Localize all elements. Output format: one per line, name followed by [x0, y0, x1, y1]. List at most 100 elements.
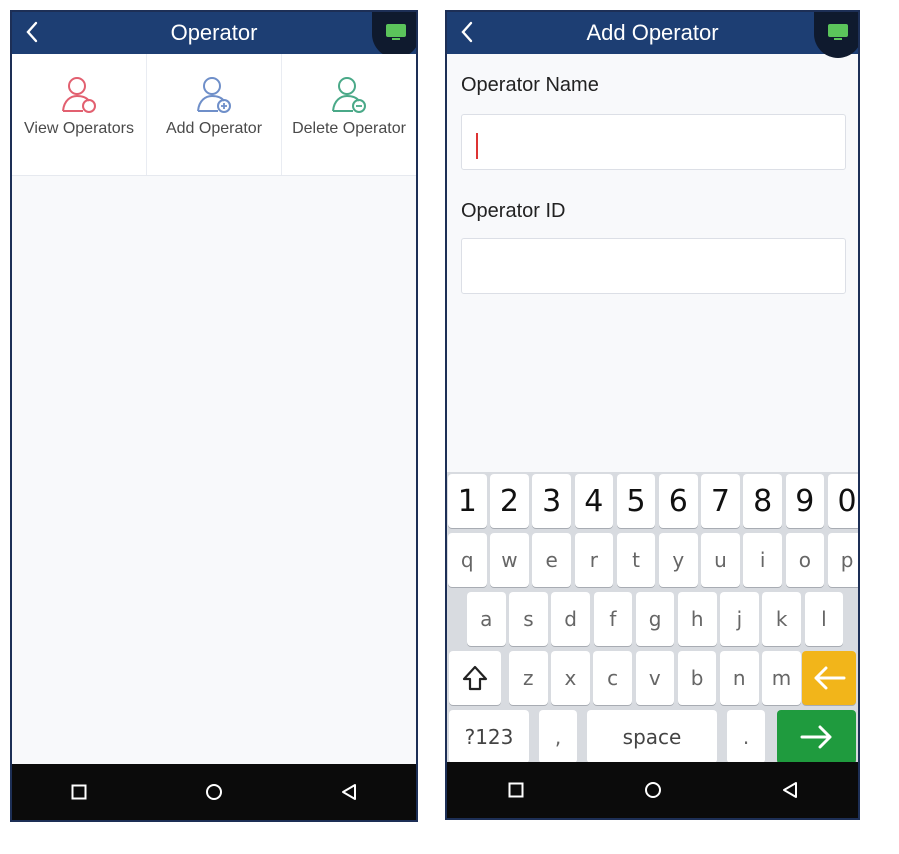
recents-button[interactable]	[496, 770, 536, 810]
shift-icon	[462, 665, 488, 691]
key-label: g	[648, 607, 662, 631]
system-nav-bar	[447, 762, 858, 818]
operator-id-field[interactable]	[461, 238, 846, 294]
operator-name-field[interactable]	[461, 114, 846, 170]
key-7[interactable]: 7	[701, 474, 740, 528]
arrow-right-icon	[800, 725, 831, 749]
operator-screen: Operator View Operators Add Operator Del…	[10, 10, 418, 822]
key-1[interactable]: 1	[448, 474, 487, 528]
key-label: c	[607, 666, 619, 690]
system-nav-bar	[12, 764, 416, 820]
key-i[interactable]: i	[743, 533, 782, 587]
menu-label: Add Operator	[165, 120, 263, 137]
key-label: k	[775, 607, 788, 631]
key-z[interactable]: z	[509, 651, 548, 705]
add-operator-button[interactable]: Add Operator	[147, 54, 282, 175]
key-s[interactable]: s	[509, 592, 548, 646]
key-r[interactable]: r	[574, 533, 614, 587]
key-0[interactable]: 0	[827, 474, 858, 528]
operator-id-label: Operator ID	[461, 200, 566, 222]
enter-key[interactable]	[777, 710, 856, 764]
key-k[interactable]: k	[762, 592, 801, 646]
home-button[interactable]	[633, 770, 673, 810]
key-label: .	[742, 725, 750, 749]
key-m[interactable]: m	[762, 651, 801, 705]
key-8[interactable]: 8	[743, 474, 782, 528]
shift-key[interactable]	[449, 651, 501, 705]
key-label: h	[690, 607, 704, 631]
key-5[interactable]: 5	[616, 474, 656, 528]
key-w[interactable]: w	[490, 533, 529, 587]
key-b[interactable]: b	[677, 651, 717, 705]
key-label: e	[545, 548, 558, 572]
key-label: p	[840, 548, 854, 572]
key-label: s	[523, 607, 534, 631]
view-operators-button[interactable]: View Operators	[12, 54, 147, 175]
key-y[interactable]: y	[659, 533, 698, 587]
symbols-key[interactable]: ?123	[449, 710, 529, 764]
key-u[interactable]: u	[701, 533, 740, 587]
key-label: l	[821, 607, 827, 631]
key-h[interactable]: h	[678, 592, 717, 646]
system-back-button[interactable]	[329, 772, 369, 812]
key-label: v	[648, 666, 661, 690]
circle-icon	[205, 784, 222, 800]
key-label: 6	[668, 483, 688, 519]
circle-icon	[644, 782, 661, 798]
key-label: ,	[554, 725, 562, 749]
backspace-key[interactable]	[802, 651, 856, 705]
key-6[interactable]: 6	[659, 474, 698, 528]
key-d[interactable]: d	[551, 592, 590, 646]
key-p[interactable]: p	[827, 533, 858, 587]
square-icon	[508, 782, 523, 798]
key-label: 2	[499, 483, 519, 519]
text-cursor	[476, 133, 478, 159]
status-indicator	[372, 12, 416, 58]
user-delete-icon	[332, 77, 366, 113]
key-n[interactable]: n	[720, 651, 759, 705]
key-label: n	[732, 666, 746, 690]
delete-operator-button[interactable]: Delete Operator	[282, 54, 416, 175]
key-label: b	[690, 666, 704, 690]
key-label: t	[632, 548, 640, 572]
key-label: a	[480, 607, 493, 631]
key-g[interactable]: g	[635, 592, 675, 646]
key-9[interactable]: 9	[785, 474, 825, 528]
key-a[interactable]: a	[467, 592, 506, 646]
user-add-icon	[197, 77, 231, 113]
key-j[interactable]: j	[720, 592, 759, 646]
key-e[interactable]: e	[532, 533, 571, 587]
key-4[interactable]: 4	[574, 474, 614, 528]
key-t[interactable]: t	[616, 533, 656, 587]
space-key[interactable]: space	[587, 710, 717, 764]
key-label: r	[589, 548, 598, 572]
system-back-button[interactable]	[770, 770, 810, 810]
key-3[interactable]: 3	[532, 474, 571, 528]
menu-label: Delete Operator	[292, 120, 406, 137]
key-label: x	[564, 666, 577, 690]
key-label: q	[460, 548, 474, 572]
recents-button[interactable]	[59, 772, 99, 812]
key-label: 9	[795, 483, 815, 519]
arrow-left-icon	[814, 666, 846, 690]
comma-key[interactable]: ,	[539, 710, 577, 764]
status-indicator	[814, 12, 858, 58]
key-label: 3	[542, 483, 562, 519]
key-f[interactable]: f	[593, 592, 633, 646]
key-v[interactable]: v	[635, 651, 675, 705]
key-label: z	[523, 666, 534, 690]
key-label: d	[564, 607, 577, 631]
key-q[interactable]: q	[448, 533, 487, 587]
period-key[interactable]: .	[727, 710, 765, 764]
key-label: o	[798, 548, 811, 572]
key-label: m	[771, 666, 792, 690]
key-c[interactable]: c	[593, 651, 632, 705]
key-l[interactable]: l	[804, 592, 844, 646]
home-button[interactable]	[194, 772, 234, 812]
key-o[interactable]: o	[785, 533, 825, 587]
app-bar: Add Operator	[447, 12, 858, 58]
key-label: j	[736, 607, 743, 631]
key-x[interactable]: x	[551, 651, 590, 705]
operator-name-label: Operator Name	[461, 74, 599, 96]
key-2[interactable]: 2	[490, 474, 529, 528]
